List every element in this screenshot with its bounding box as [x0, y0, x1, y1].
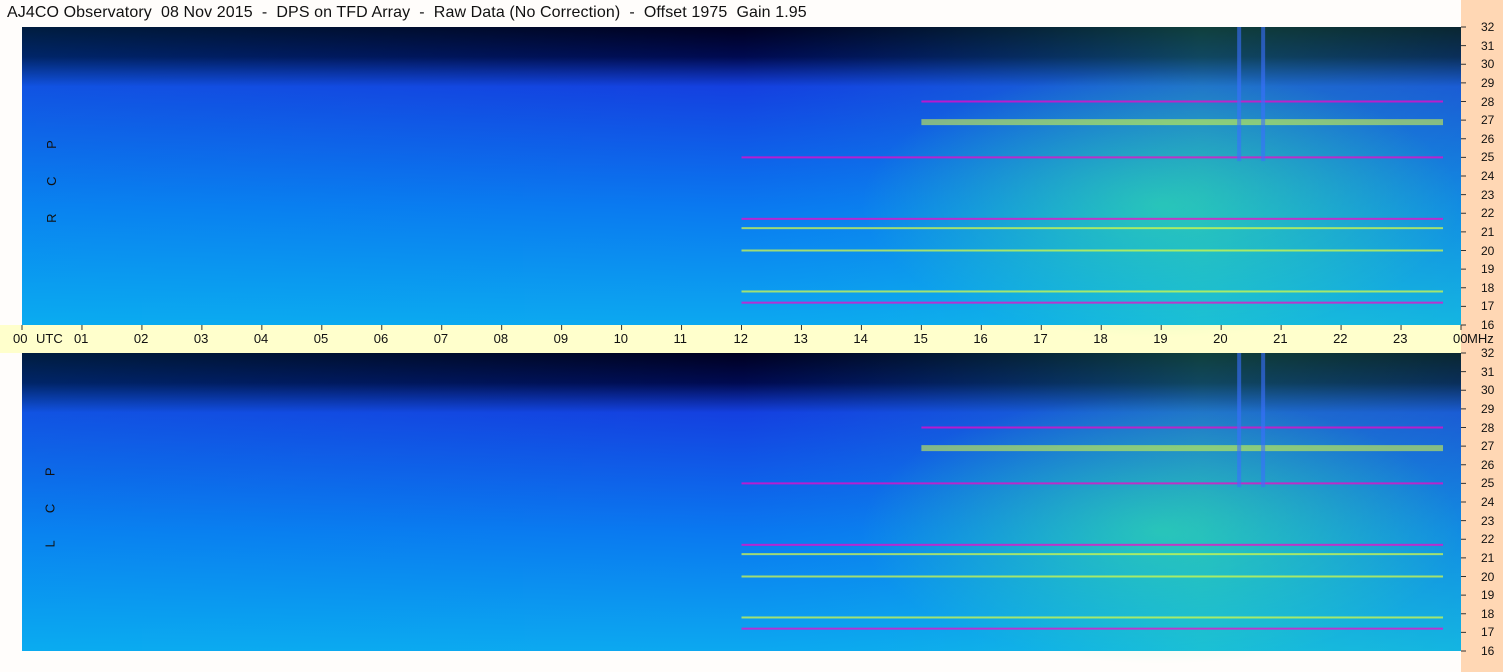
- y-tick-label: 25: [1481, 150, 1495, 165]
- y-tick-label: 23: [1481, 187, 1495, 202]
- x-tick-label: 13: [793, 331, 808, 346]
- y-tick-label: 19: [1481, 588, 1495, 603]
- y-tick-label: 28: [1481, 94, 1495, 109]
- y-tick-label: 30: [1481, 383, 1495, 398]
- polarization-label: R C P: [43, 128, 59, 223]
- interference-band: [741, 156, 1444, 159]
- x-tick-label: 19: [1153, 331, 1168, 346]
- burst-region: [861, 395, 1461, 665]
- x-tick-label: 05: [313, 331, 329, 346]
- interference-band: [741, 575, 1444, 578]
- interference-band: [741, 482, 1444, 485]
- x-tick-label: 11: [673, 331, 688, 346]
- panel-rcp: [22, 26, 1466, 339]
- polarization-label: L C P: [42, 455, 58, 548]
- y-tick-label: 22: [1481, 532, 1495, 547]
- y-tick-label: 17: [1481, 625, 1495, 640]
- interference-band: [921, 119, 1444, 126]
- burst-region: [861, 69, 1461, 339]
- x-tick-label: 00: [1453, 331, 1468, 346]
- spectrogram-figure: AJ4CO Observatory 08 Nov 2015 - DPS on T…: [0, 0, 1503, 672]
- x-tick-label: 15: [913, 331, 928, 346]
- y-axis-unit: MHz: [1467, 331, 1494, 346]
- artifact-line: [1237, 353, 1242, 488]
- x-tick-label: 08: [493, 331, 509, 346]
- y-tick-label: 23: [1481, 513, 1495, 528]
- x-tick-label: 17: [1033, 331, 1048, 346]
- interference-band: [741, 616, 1444, 619]
- y-tick-label: 20: [1481, 243, 1495, 258]
- x-axis-unit: UTC: [36, 331, 63, 346]
- interference-band: [741, 217, 1444, 220]
- x-tick-label: 09: [553, 331, 569, 346]
- y-tick-label: 28: [1481, 420, 1495, 435]
- interference-band: [741, 543, 1444, 546]
- y-tick-label: 21: [1481, 224, 1495, 239]
- x-tick-label: 20: [1213, 331, 1228, 346]
- y-tick-label: 18: [1481, 606, 1495, 621]
- y-tick-label: 24: [1481, 495, 1495, 509]
- artifact-line: [1261, 27, 1266, 162]
- x-tick-label: 21: [1273, 331, 1288, 346]
- x-tick-label: 16: [973, 331, 988, 346]
- y-tick-label: 22: [1481, 206, 1495, 221]
- interference-band: [921, 426, 1444, 429]
- panel-lcp: [22, 352, 1466, 665]
- y-tick-label: 29: [1481, 401, 1495, 416]
- interference-band: [741, 553, 1444, 556]
- x-tick-label: 06: [373, 331, 389, 346]
- x-tick-label: 12: [733, 331, 748, 346]
- x-tick-label: 18: [1093, 331, 1108, 346]
- y-tick-label: 16: [1481, 644, 1495, 658]
- interference-band: [741, 301, 1444, 304]
- y-tick-label: 31: [1481, 364, 1495, 379]
- y-tick-label: 18: [1481, 280, 1495, 295]
- x-tick-label: 10: [613, 331, 629, 346]
- y-tick-label: 26: [1481, 457, 1495, 472]
- artifact-line: [1261, 353, 1266, 488]
- y-tick-label: 16: [1481, 318, 1495, 332]
- x-tick-label: 23: [1393, 331, 1408, 346]
- interference-band: [921, 445, 1444, 452]
- x-tick-label: 07: [433, 331, 449, 346]
- y-tick-label: 19: [1481, 262, 1495, 277]
- y-tick-label: 31: [1481, 38, 1495, 53]
- x-tick-label: 03: [193, 331, 209, 346]
- x-tick-label: 04: [253, 331, 269, 346]
- interference-band: [741, 249, 1444, 252]
- interference-band: [741, 227, 1444, 230]
- y-tick-label: 32: [1481, 346, 1495, 360]
- y-tick-label: 27: [1481, 439, 1495, 454]
- x-tick-label: 02: [133, 331, 149, 346]
- artifact-line: [1237, 27, 1242, 162]
- y-tick-label: 20: [1481, 569, 1495, 584]
- y-tick-label: 25: [1481, 476, 1495, 491]
- y-tick-label: 30: [1481, 57, 1495, 72]
- x-tick-label: 01: [73, 331, 89, 346]
- interference-band: [921, 100, 1444, 103]
- x-tick-label: 22: [1333, 331, 1348, 346]
- x-tick-label: 14: [853, 331, 868, 346]
- y-tick-label: 17: [1481, 299, 1495, 314]
- y-tick-label: 29: [1481, 75, 1495, 90]
- y-tick-label: 21: [1481, 550, 1495, 565]
- interference-band: [741, 627, 1444, 630]
- x-tick-label: 00: [13, 331, 28, 346]
- y-tick-label: 27: [1481, 113, 1495, 128]
- y-tick-label: 32: [1481, 20, 1495, 34]
- interference-band: [741, 290, 1444, 293]
- y-tick-label: 26: [1481, 131, 1495, 146]
- y-tick-label: 24: [1481, 169, 1495, 183]
